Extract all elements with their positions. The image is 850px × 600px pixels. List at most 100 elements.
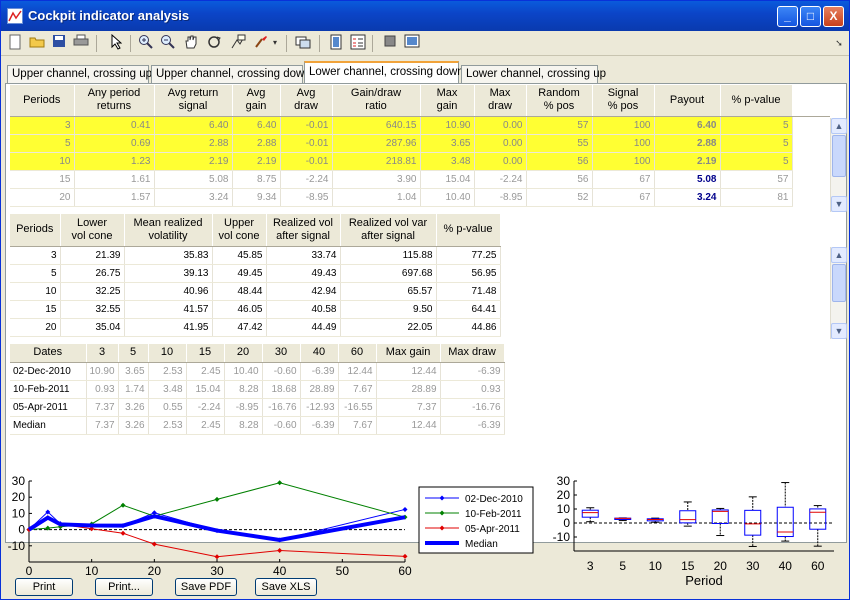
- column-header[interactable]: Random% pos: [526, 85, 593, 117]
- column-header[interactable]: Payout: [654, 85, 721, 117]
- tab-upper-crossing-down[interactable]: Upper channel, crossing down: [151, 65, 311, 83]
- legend-label: 05-Apr-2011: [465, 524, 520, 535]
- link-icon[interactable]: [294, 34, 312, 52]
- save-pdf-button[interactable]: Save PDF: [175, 578, 237, 596]
- data-point: [151, 541, 157, 547]
- table-row[interactable]: 02-Dec-2010 10.90 3.65 2.53 2.45 10.40 -0.60 -6…: [10, 362, 505, 381]
- table-row[interactable]: Median 7.37 3.26 2.53 2.45 8.28 -0.60 -6.39 7.67…: [10, 416, 505, 435]
- scroll-up-icon[interactable]: ▲: [831, 118, 847, 134]
- brush-dropdown-icon[interactable]: ▾: [270, 34, 280, 52]
- table-row[interactable]: 20 35.04 41.95 47.42 44.49 22.05 44.86: [10, 318, 501, 337]
- column-header[interactable]: 5: [118, 344, 149, 363]
- column-header[interactable]: 3: [86, 344, 119, 363]
- table-row[interactable]: 3 0.41 6.40 6.40 -0.01 640.15 10.90 0.00 57 100 6.…: [10, 116, 793, 135]
- tab-lower-crossing-up[interactable]: Lower channel, crossing up: [461, 65, 606, 83]
- table-row[interactable]: 5 0.69 2.88 2.88 -0.01 287.96 3.65 0.00 55 100 2.8…: [10, 134, 793, 153]
- column-header[interactable]: Gain/draw ratio: [332, 85, 421, 117]
- column-header[interactable]: Realized vol after signal: [266, 214, 341, 247]
- main-window: Cockpit indicator analysis _ □ X ▾ ➘ Upp…: [0, 0, 850, 600]
- column-header[interactable]: Lower vol cone: [60, 214, 125, 247]
- table-cell: 10: [10, 152, 75, 171]
- table-row[interactable]: 15 32.55 41.57 46.05 40.58 9.50 64.41: [10, 300, 501, 319]
- rotate-icon[interactable]: [205, 34, 223, 52]
- column-header[interactable]: Upper vol cone: [212, 214, 267, 247]
- table-cell: -6.39: [440, 362, 505, 381]
- scroll-thumb[interactable]: [832, 135, 846, 177]
- column-header[interactable]: 30: [262, 344, 301, 363]
- table-cell: 7.67: [338, 380, 377, 399]
- column-header[interactable]: 20: [224, 344, 263, 363]
- legend-icon[interactable]: [349, 34, 367, 52]
- table-cell: 39.13: [124, 264, 213, 283]
- scroll-thumb[interactable]: [832, 264, 846, 302]
- maximize-button[interactable]: □: [800, 6, 821, 27]
- column-header[interactable]: Max gain: [376, 344, 441, 363]
- column-header[interactable]: Signal% pos: [592, 85, 655, 117]
- table-cell: 28.89: [300, 380, 339, 399]
- data-cursor-icon[interactable]: [229, 34, 247, 52]
- table-cell: 32.55: [60, 300, 125, 319]
- column-header[interactable]: Any period returns: [74, 85, 155, 117]
- zoom-in-icon[interactable]: [137, 34, 155, 52]
- table-cell: 2.88: [654, 134, 721, 153]
- brush-icon[interactable]: [252, 34, 270, 52]
- save-xls-button[interactable]: Save XLS: [255, 578, 317, 596]
- scroll-up-icon[interactable]: ▲: [831, 247, 847, 263]
- column-header[interactable]: Realized vol var after signal: [340, 214, 437, 247]
- minimize-button[interactable]: _: [777, 6, 798, 27]
- open-icon[interactable]: [28, 34, 46, 52]
- column-header[interactable]: Mean realized volatility: [124, 214, 213, 247]
- table-row[interactable]: 15 1.61 5.08 8.75 -2.24 3.90 15.04 -2.24 56 67 5.0…: [10, 170, 793, 189]
- print-button[interactable]: Print: [15, 578, 73, 596]
- column-header[interactable]: 10: [148, 344, 187, 363]
- tab-lower-crossing-down[interactable]: Lower channel, crossing down: [304, 61, 464, 84]
- pointer-icon[interactable]: [107, 33, 125, 52]
- column-header[interactable]: Periods: [10, 214, 61, 247]
- column-header[interactable]: 15: [186, 344, 225, 363]
- scroll-down-icon[interactable]: ▼: [831, 323, 847, 339]
- volatility-scrollbar[interactable]: ▲ ▼: [830, 247, 847, 339]
- data-point: [120, 502, 126, 508]
- y-tick-label: 0: [18, 523, 25, 537]
- y-tick-label: 20: [557, 488, 571, 502]
- column-header[interactable]: Max draw: [474, 85, 527, 117]
- table-row[interactable]: 10 32.25 40.96 48.44 42.94 65.57 71.48: [10, 282, 501, 301]
- table-cell: 18.68: [262, 380, 301, 399]
- pan-icon[interactable]: [182, 34, 200, 52]
- column-header[interactable]: % p-value: [436, 214, 501, 247]
- print-icon[interactable]: [72, 34, 90, 52]
- table-row[interactable]: 5 26.75 39.13 49.45 49.43 697.68 56.95: [10, 264, 501, 283]
- column-header[interactable]: Max draw: [440, 344, 505, 363]
- column-header[interactable]: Avg return signal: [154, 85, 233, 117]
- fit-icon[interactable]: [403, 34, 421, 52]
- table-row[interactable]: 05-Apr-2011 7.37 3.26 0.55 -2.24 -8.95 -16.76-…: [10, 398, 505, 417]
- column-header[interactable]: Avg draw: [280, 85, 333, 117]
- column-header[interactable]: Max gain: [420, 85, 475, 117]
- title-bar[interactable]: Cockpit indicator analysis _ □ X: [1, 1, 849, 31]
- tab-upper-crossing-up[interactable]: Upper channel, crossing up: [7, 65, 152, 83]
- grid-icon[interactable]: [381, 34, 399, 52]
- print-dialog-button[interactable]: Print...: [95, 578, 153, 596]
- table-cell: 5.08: [154, 170, 233, 189]
- column-header[interactable]: % p-value: [720, 85, 793, 117]
- column-header[interactable]: Avg gain: [232, 85, 281, 117]
- table-cell: 22.05: [340, 318, 437, 337]
- save-icon[interactable]: [50, 34, 68, 52]
- table-cell: 0.00: [474, 116, 527, 135]
- column-header[interactable]: Periods: [10, 85, 75, 117]
- table-row[interactable]: 10-Feb-2011 0.93 1.74 3.48 15.04 8.28 18.68 28.…: [10, 380, 505, 399]
- table-row[interactable]: 20 1.57 3.24 9.34 -8.95 1.04 10.40 -8.95 52 67 3.2…: [10, 188, 793, 207]
- column-header[interactable]: Dates: [10, 344, 87, 363]
- table-row[interactable]: 3 21.39 35.83 45.85 33.74 115.88 77.25: [10, 246, 501, 265]
- close-button[interactable]: X: [823, 6, 844, 27]
- table-row[interactable]: 10 1.23 2.19 2.19 -0.01 218.81 3.48 0.00 56 100 2.…: [10, 152, 793, 171]
- new-icon[interactable]: [6, 34, 24, 52]
- column-header[interactable]: 40: [300, 344, 339, 363]
- table-cell: 3.24: [654, 188, 721, 207]
- column-header[interactable]: 60: [338, 344, 377, 363]
- dock-icon[interactable]: [327, 34, 345, 52]
- statistics-scrollbar[interactable]: ▲ ▼: [830, 118, 847, 212]
- menu-arrow-icon[interactable]: ➘: [830, 34, 848, 52]
- zoom-out-icon[interactable]: [159, 34, 177, 52]
- scroll-down-icon[interactable]: ▼: [831, 196, 847, 212]
